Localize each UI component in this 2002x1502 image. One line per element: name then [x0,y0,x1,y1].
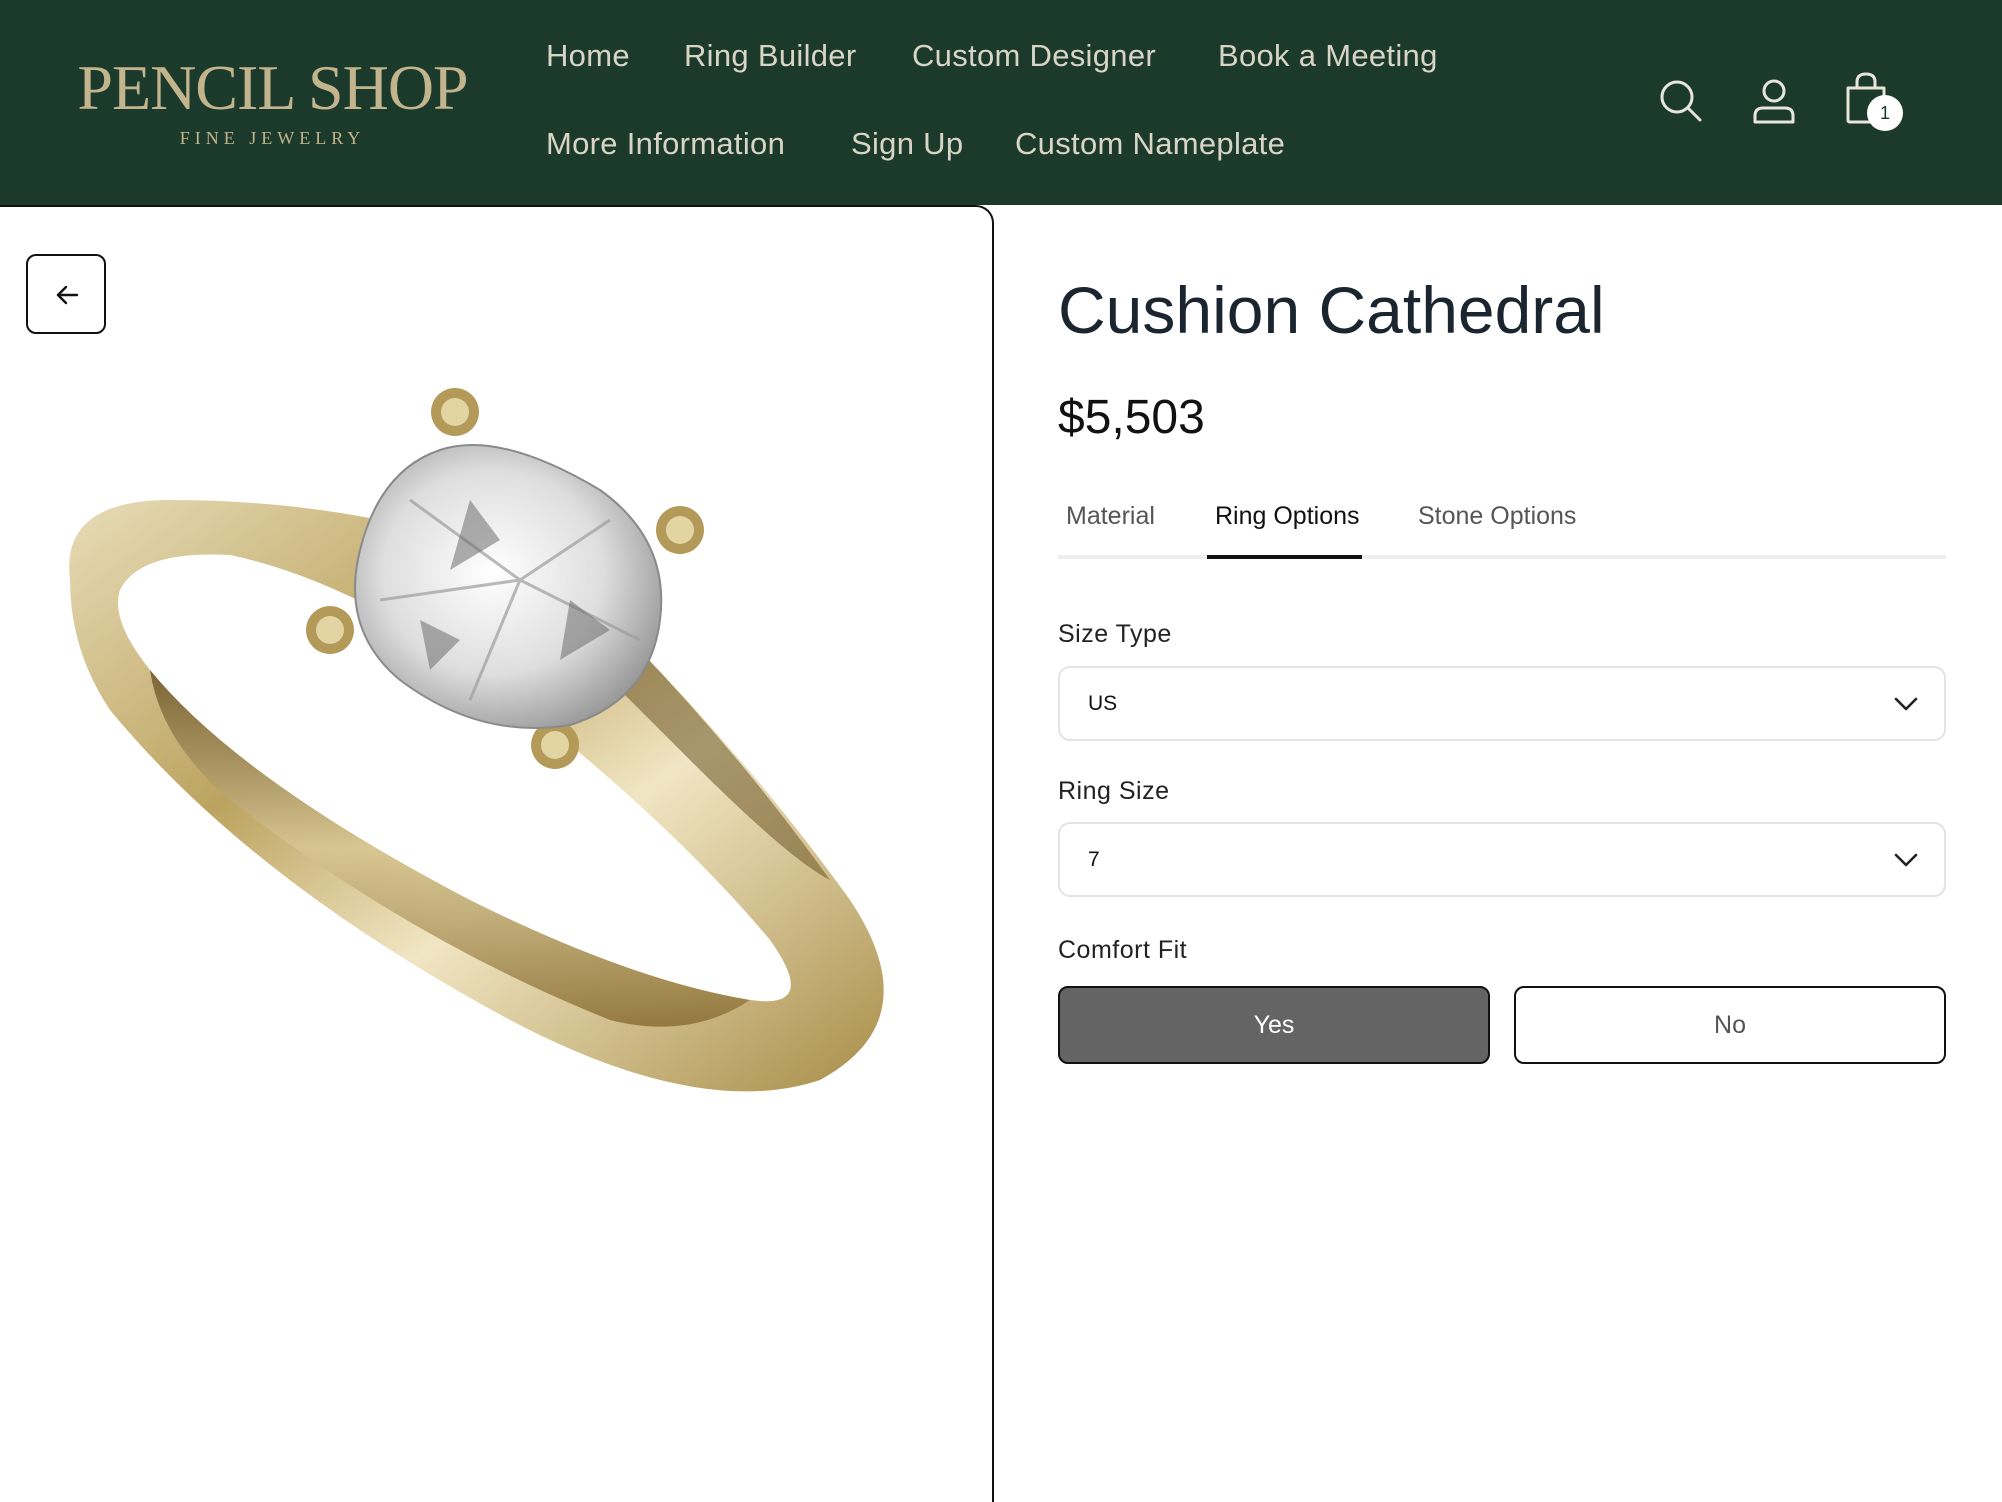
active-tab-indicator [1207,555,1362,559]
nav-custom-nameplate[interactable]: Custom Nameplate [1015,126,1285,162]
size-type-label: Size Type [1058,620,1172,648]
tabs-divider [1058,555,1946,559]
nav-ring-builder[interactable]: Ring Builder [684,38,856,74]
size-type-select[interactable]: US [1058,666,1946,741]
search-icon[interactable] [1658,78,1704,129]
size-type-value: US [1088,692,1118,715]
logo-text: PENCIL SHOP [77,52,468,123]
back-button[interactable] [26,254,106,334]
site-header: PENCIL SHOP FINE JEWELRY Home Ring Build… [0,0,2002,205]
ring-image [69,388,884,1092]
comfort-fit-label: Comfort Fit [1058,936,1188,964]
tab-ring-options[interactable]: Ring Options [1215,502,1360,531]
comfort-fit-no-button[interactable]: No [1514,986,1946,1064]
tab-stone-options[interactable]: Stone Options [1418,502,1576,531]
nav-sign-up[interactable]: Sign Up [851,126,963,162]
chevron-down-icon [1894,850,1918,875]
ring-size-label: Ring Size [1058,777,1170,805]
chevron-down-icon [1894,694,1918,719]
ring-size-value: 7 [1088,848,1100,871]
tab-material[interactable]: Material [1066,502,1155,531]
logo[interactable]: PENCIL SHOP FINE JEWELRY [75,52,470,149]
user-icon[interactable] [1752,78,1796,129]
nav-more-information[interactable]: More Information [546,126,785,162]
nav-book-a-meeting[interactable]: Book a Meeting [1218,38,1438,74]
ring-size-select[interactable]: 7 [1058,822,1946,897]
product-price: $5,503 [1058,391,1205,444]
product-title: Cushion Cathedral [1058,273,1605,347]
nav-home[interactable]: Home [546,38,630,74]
logo-tagline: FINE JEWELRY [179,128,366,148]
cart-count-badge: 1 [1867,95,1903,131]
comfort-fit-yes-button[interactable]: Yes [1058,986,1490,1064]
nav-custom-designer[interactable]: Custom Designer [912,38,1156,74]
